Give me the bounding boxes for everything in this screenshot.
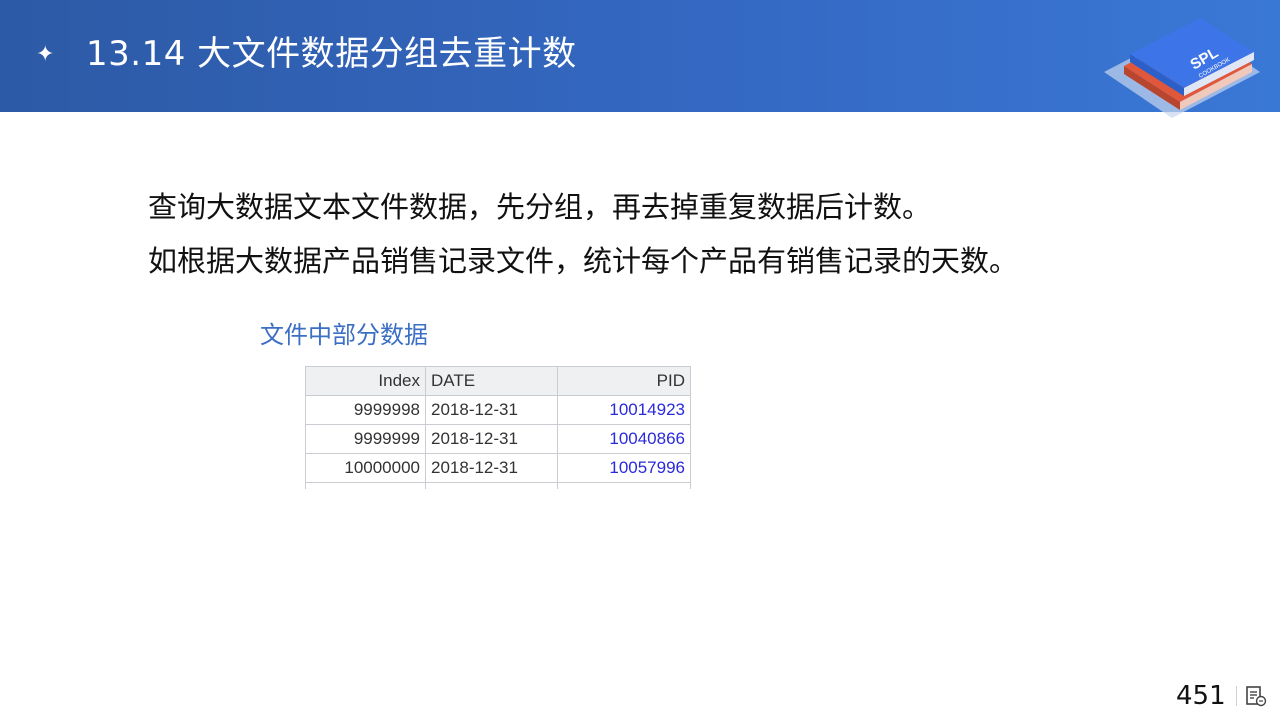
spl-cookbook-logo: SPL COOKBOOK <box>1104 18 1260 118</box>
table-caption: 文件中部分数据 <box>260 321 428 349</box>
cell-pid: 10057996 <box>557 453 691 483</box>
cell-date: 2018-12-31 <box>425 395 558 425</box>
body-line-2: 如根据大数据产品销售记录文件，统计每个产品有销售记录的天数。 <box>148 244 1019 278</box>
cell-index: 10000000 <box>305 453 426 483</box>
cell-pid: 10040866 <box>557 424 691 454</box>
notes-view-icon[interactable] <box>1245 685 1267 707</box>
column-header-pid: PID <box>557 366 691 396</box>
slide-title: 13.14 大文件数据分组去重计数 <box>86 34 577 74</box>
slide-header: ✦ 13.14 大文件数据分组去重计数 <box>0 0 1280 112</box>
bullet-star-icon: ✦ <box>36 42 55 67</box>
body-line-1: 查询大数据文本文件数据，先分组，再去掉重复数据后计数。 <box>148 190 932 224</box>
table-row-cut-off <box>305 482 691 489</box>
column-header-date: DATE <box>425 366 558 396</box>
table-header-row: Index DATE PID <box>305 366 691 396</box>
page-number: 451 <box>1176 681 1226 711</box>
column-header-index: Index <box>305 366 426 396</box>
cell-date: 2018-12-31 <box>425 453 558 483</box>
cell-empty <box>305 482 426 489</box>
cell-pid: 10014923 <box>557 395 691 425</box>
footer-divider <box>1236 686 1237 706</box>
data-table: Index DATE PID 9999998 2018-12-31 100149… <box>305 366 691 489</box>
cell-date: 2018-12-31 <box>425 424 558 454</box>
table-row: 10000000 2018-12-31 10057996 <box>305 453 691 483</box>
cell-empty <box>425 482 558 489</box>
cell-index: 9999998 <box>305 395 426 425</box>
table-row: 9999998 2018-12-31 10014923 <box>305 395 691 425</box>
table-row: 9999999 2018-12-31 10040866 <box>305 424 691 454</box>
cell-index: 9999999 <box>305 424 426 454</box>
cell-empty <box>557 482 691 489</box>
